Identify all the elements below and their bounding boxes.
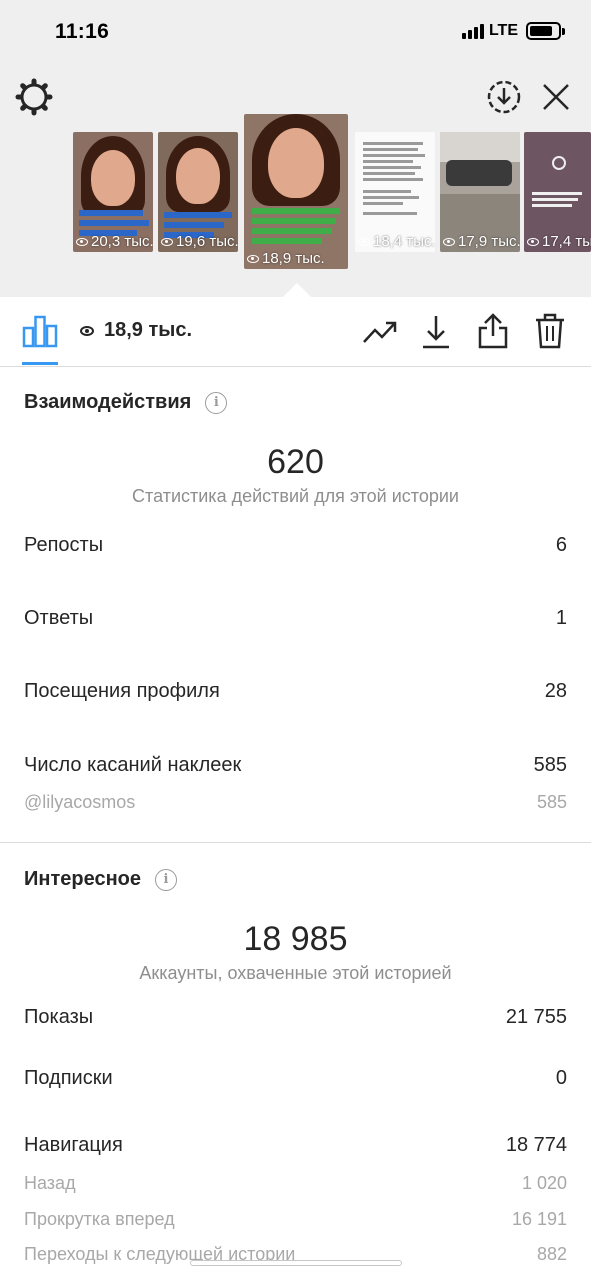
story-thumbnail[interactable]: 20,3 тыс. [73, 132, 153, 252]
thumbnail-views: 20,3 тыс. [76, 233, 153, 250]
thumbnail-views: 19,6 тыс. [161, 233, 238, 250]
home-indicator[interactable] [190, 1260, 402, 1266]
toolbar-views: 18,9 тыс. [80, 319, 192, 342]
stat-row-navigation: Навигация 18 774 [24, 1134, 567, 1156]
stat-row-follows: Подписки 0 [24, 1067, 567, 1089]
eye-icon [358, 237, 370, 246]
discovery-heading: Интересное i [24, 868, 177, 891]
download-icon[interactable] [421, 314, 451, 350]
battery-icon [526, 22, 565, 40]
stat-row-reposts: Репосты 6 [24, 534, 567, 556]
interactions-total: 620 [267, 443, 324, 481]
stat-row-impressions: Показы 21 755 [24, 1006, 567, 1028]
story-thumbnail[interactable]: 19,6 тыс. [158, 132, 238, 252]
trash-icon[interactable] [534, 312, 566, 350]
thumbnail-views: 17,9 тыс. [443, 233, 520, 250]
share-icon[interactable] [477, 312, 509, 350]
story-thumbnail[interactable]: 18,4 тыс. [355, 132, 435, 252]
status-time: 11:16 [55, 20, 110, 43]
story-thumbnail[interactable]: 17,9 тыс. [440, 132, 520, 252]
thumbnail-views: 18,9 тыс. [247, 250, 325, 267]
stat-row-replies: Ответы 1 [24, 607, 567, 629]
close-icon[interactable] [541, 82, 571, 112]
eye-icon [161, 237, 173, 246]
signal-icon [461, 23, 484, 39]
story-thumbnail[interactable]: 17,4 тыс. [524, 132, 591, 252]
story-header: 11:16 LTE 20,3 тыс. 19,6 тыс. 18,9 тыс. … [0, 0, 591, 297]
info-icon[interactable]: i [205, 391, 228, 414]
thumbnail-views: 17,4 тыс. [527, 233, 591, 250]
interactions-heading: Взаимодействия i [24, 391, 228, 414]
eye-icon [80, 325, 94, 336]
discovery-title: Интересное [24, 868, 141, 890]
section-divider [0, 842, 591, 843]
stat-row-sticker-taps: Число касаний наклеек 585 [24, 754, 567, 776]
network-label: LTE [488, 22, 518, 39]
eye-icon [247, 254, 259, 263]
trend-icon[interactable] [362, 319, 398, 345]
stat-row-profile-visits: Посещения профиля 28 [24, 680, 567, 702]
stat-row-forward: Прокрутка вперед 16 191 [24, 1209, 567, 1229]
story-thumbnail-selected[interactable]: 18,9 тыс. [244, 114, 348, 269]
info-icon[interactable]: i [155, 868, 177, 891]
eye-icon [443, 237, 455, 246]
interactions-title: Взаимодействия [24, 391, 192, 413]
interactions-subtitle: Статистика действий для этой истории [132, 486, 459, 506]
eye-icon [527, 237, 539, 246]
discovery-total: 18 985 [243, 920, 348, 958]
eye-icon [76, 237, 88, 246]
stat-row-sticker-mention[interactable]: @lilyacosmos 585 [24, 792, 567, 813]
selection-pointer [283, 283, 311, 297]
active-tab-indicator [22, 362, 58, 365]
stat-row-back: Назад 1 020 [24, 1173, 567, 1193]
thumbnail-views: 18,4 тыс. [358, 233, 435, 250]
discovery-subtitle: Аккаунты, охваченные этой историей [139, 963, 452, 983]
download-circle-icon[interactable] [486, 79, 522, 115]
gear-icon[interactable] [15, 78, 53, 116]
insights-toolbar: 18,9 тыс. [0, 297, 591, 367]
status-indicators: LTE [461, 22, 565, 40]
bar-chart-icon[interactable] [22, 314, 58, 348]
